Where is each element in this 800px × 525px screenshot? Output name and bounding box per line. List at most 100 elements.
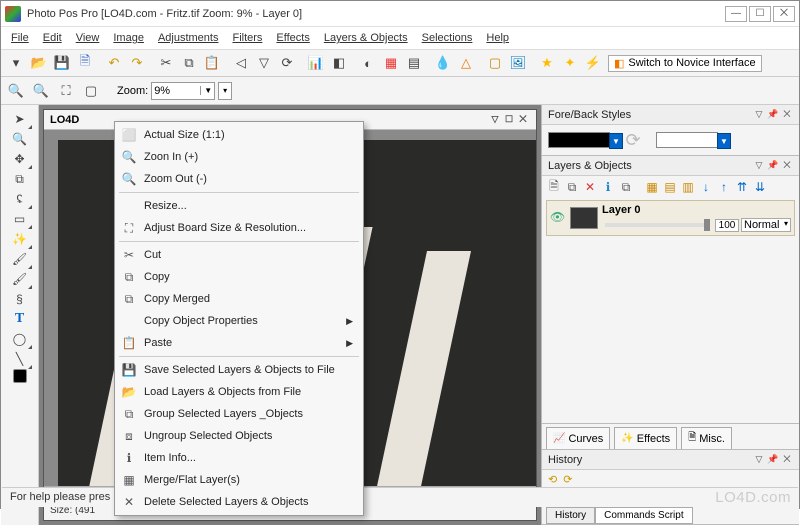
tab-effects[interactable]: ✨ Effects <box>614 427 677 449</box>
drop-icon[interactable]: 💧 <box>432 52 454 74</box>
doc-maximize-icon[interactable]: ☐ <box>502 113 516 127</box>
save-icon[interactable]: 💾 <box>51 52 73 74</box>
wand-star-icon[interactable]: ✦ <box>559 52 581 74</box>
gallery-icon[interactable]: 🖼 <box>507 52 529 74</box>
context-menu-item[interactable]: ⧉Group Selected Layers _Objects <box>117 403 361 425</box>
panel-close-icon[interactable]: ⨉ <box>781 109 793 121</box>
menu-file[interactable]: File <box>5 30 35 46</box>
move-bottom-icon[interactable]: ⇊ <box>752 179 768 195</box>
context-menu-item[interactable]: ℹItem Info... <box>117 447 361 469</box>
opacity-value[interactable]: 100 <box>715 219 739 232</box>
move-up-icon[interactable]: ↑ <box>716 179 732 195</box>
context-menu-item[interactable]: ⧉Copy Merged <box>117 288 361 310</box>
actual-size-icon[interactable]: ▢ <box>80 80 102 102</box>
menu-view[interactable]: View <box>70 30 106 46</box>
text-tool-icon[interactable]: T <box>11 309 29 329</box>
context-menu-item[interactable]: Resize... <box>117 195 361 217</box>
open-file-icon[interactable]: 📂 <box>28 52 50 74</box>
wand-icon[interactable]: ⚡ <box>582 52 604 74</box>
flame-icon[interactable]: △ <box>455 52 477 74</box>
flip-h-icon[interactable]: ◁ <box>230 52 252 74</box>
brush-tool-icon[interactable]: 🖌 <box>11 249 29 269</box>
heal-tool-icon[interactable]: § <box>11 289 29 309</box>
paste-icon[interactable]: 📋 <box>201 52 223 74</box>
zoom-tool-icon[interactable]: 🔍 <box>11 129 29 149</box>
forestyles-header[interactable]: Fore/Back Styles ▽ 📌 ⨉ <box>542 105 799 125</box>
move-tool-icon[interactable]: ✥ <box>11 149 29 169</box>
align-2-icon[interactable]: ▤ <box>662 179 678 195</box>
contrast-icon[interactable]: ◐ <box>357 52 379 74</box>
context-menu-item[interactable]: 💾Save Selected Layers & Objects to File <box>117 359 361 381</box>
panel-pin-icon[interactable]: 📌 <box>767 454 779 466</box>
star-icon[interactable]: ★ <box>536 52 558 74</box>
switch-novice-button[interactable]: ◧ Switch to Novice Interface <box>608 55 762 72</box>
save-all-icon[interactable]: 🗎 <box>74 52 96 74</box>
marquee-tool-icon[interactable]: ▭ <box>11 209 29 229</box>
context-menu-item[interactable]: 🔍Zoon In (+) <box>117 146 361 168</box>
close-button[interactable]: ⨉ <box>773 6 795 22</box>
palette-icon[interactable]: ▦ <box>380 52 402 74</box>
layer-copy-icon[interactable]: ⧉ <box>618 179 634 195</box>
foreground-swatch[interactable]: ▼ <box>548 132 610 148</box>
minimize-button[interactable]: — <box>725 6 747 22</box>
tab-commands-script[interactable]: Commands Script <box>595 507 692 524</box>
histogram-icon[interactable]: 📊 <box>305 52 327 74</box>
context-menu-item[interactable]: 🔍Zoom Out (-) <box>117 168 361 190</box>
panel-close-icon[interactable]: ⨉ <box>781 160 793 172</box>
line-tool-icon[interactable]: ╲ <box>11 349 29 369</box>
fg-color-icon[interactable] <box>13 369 27 383</box>
tab-misc[interactable]: 🗎 Misc. <box>681 427 732 449</box>
copy-icon[interactable]: ⧉ <box>178 52 200 74</box>
context-menu-item[interactable]: ▦Merge/Flat Layer(s) <box>117 469 361 491</box>
tab-history[interactable]: History <box>546 507 595 524</box>
delete-layer-icon[interactable]: ✕ <box>582 179 598 195</box>
undo-icon[interactable]: ↶ <box>103 52 125 74</box>
fg-dropdown-icon[interactable]: ▼ <box>609 133 623 149</box>
panel-collapse-icon[interactable]: ▽ <box>753 109 765 121</box>
cut-icon[interactable]: ✂ <box>155 52 177 74</box>
align-3-icon[interactable]: ▥ <box>680 179 696 195</box>
layer-info-icon[interactable]: ℹ <box>600 179 616 195</box>
menu-help[interactable]: Help <box>480 30 515 46</box>
context-menu-item[interactable]: ⛶Adjust Board Size & Resolution... <box>117 217 361 239</box>
context-menu-item[interactable]: ⬜Actual Size (1:1) <box>117 124 361 146</box>
layers-header[interactable]: Layers & Objects ▽ 📌 ⨉ <box>542 156 799 176</box>
panel-pin-icon[interactable]: 📌 <box>767 160 779 172</box>
hue-icon[interactable]: ▤ <box>403 52 425 74</box>
doc-chevron-icon[interactable]: ▽ <box>488 113 502 127</box>
panel-close-icon[interactable]: ⨉ <box>781 454 793 466</box>
frame-icon[interactable]: ▢ <box>484 52 506 74</box>
context-menu-item[interactable]: ✂Cut <box>117 244 361 266</box>
menu-adjustments[interactable]: Adjustments <box>152 30 225 46</box>
layer-row[interactable]: 👁 Layer 0 100 Normal▾ <box>546 200 795 236</box>
history-header[interactable]: History ▽ 📌 ⨉ <box>542 450 799 470</box>
crop-tool-icon[interactable]: ⧉ <box>11 169 29 189</box>
swap-colors-icon[interactable]: ⟳ <box>620 129 646 151</box>
menu-image[interactable]: Image <box>107 30 150 46</box>
magic-select-icon[interactable]: ✨ <box>11 229 29 249</box>
zoom-extra-button[interactable]: ▾ <box>218 82 232 100</box>
opacity-slider[interactable] <box>605 223 710 227</box>
move-down-icon[interactable]: ↓ <box>698 179 714 195</box>
blend-mode-select[interactable]: Normal▾ <box>741 218 791 232</box>
background-swatch[interactable]: ▼ <box>656 132 718 148</box>
context-menu-item[interactable]: ⧉Copy <box>117 266 361 288</box>
menu-layers-objects[interactable]: Layers & Objects <box>318 30 414 46</box>
duplicate-layer-icon[interactable]: ⧉ <box>564 179 580 195</box>
menu-selections[interactable]: Selections <box>416 30 479 46</box>
history-back-icon[interactable]: ⟲ <box>548 473 557 486</box>
menu-filters[interactable]: Filters <box>226 30 268 46</box>
zoom-out-icon[interactable]: 🔍 <box>30 80 52 102</box>
fit-window-icon[interactable]: ⛶ <box>55 80 77 102</box>
context-menu-item[interactable]: ✕Delete Selected Layers & Objects <box>117 491 361 513</box>
panel-collapse-icon[interactable]: ▽ <box>753 454 765 466</box>
context-menu-item[interactable]: 📂Load Layers & Objects from File <box>117 381 361 403</box>
tab-curves[interactable]: 📈 Curves <box>546 427 610 449</box>
new-layer-icon[interactable]: 🗎 <box>546 179 562 195</box>
maximize-button[interactable]: ☐ <box>749 6 771 22</box>
clone-tool-icon[interactable]: 🖌 <box>11 269 29 289</box>
align-1-icon[interactable]: ▦ <box>644 179 660 195</box>
visibility-icon[interactable]: 👁 <box>550 210 566 226</box>
shape-tool-icon[interactable]: ◯ <box>11 329 29 349</box>
flip-v-icon[interactable]: ▽ <box>253 52 275 74</box>
